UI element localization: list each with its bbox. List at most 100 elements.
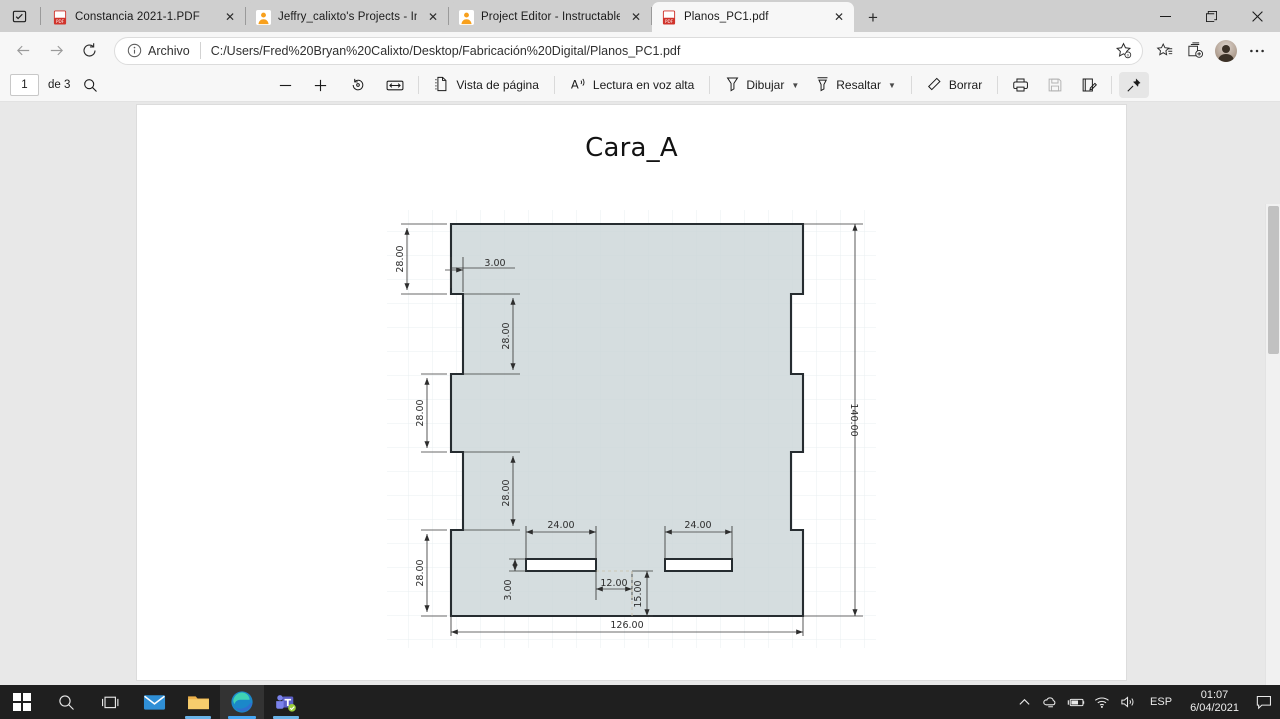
dim-slot-3: 3.00 (503, 579, 514, 600)
microsoft-edge[interactable] (220, 685, 264, 719)
browser-tab-3-close-icon[interactable]: ✕ (830, 8, 848, 26)
dim-inner-28-b: 28.00 (501, 479, 512, 506)
collections-icon[interactable] (1180, 37, 1210, 65)
star-add-icon[interactable]: 0 (1108, 37, 1138, 65)
part-outline (449, 222, 805, 618)
start-button[interactable] (0, 685, 44, 719)
task-view-button[interactable] (88, 685, 132, 719)
add-notes-icon[interactable] (1074, 72, 1104, 98)
chevron-down-icon[interactable]: ▼ (791, 81, 799, 90)
dim-slot-right-24: 24.00 (684, 520, 711, 531)
browser-tab-0[interactable]: PDF Constancia 2021-1.PDF ✕ (43, 2, 245, 32)
highlight-button[interactable]: Resaltar ▼ (807, 72, 904, 98)
rotate-icon[interactable] (343, 72, 373, 98)
info-icon (126, 43, 142, 59)
erase-icon (927, 76, 943, 95)
zoom-out-button[interactable] (271, 72, 300, 98)
drawing-svg: 28.00 3.00 28.00 28.00 28.00 28.00 24.00… (387, 210, 876, 648)
notification-icon[interactable] (1248, 685, 1280, 719)
dim-3-notch: 3.00 (484, 258, 505, 269)
fit-to-width-icon[interactable] (379, 72, 411, 98)
dim-gap-12: 12.00 (600, 578, 627, 589)
browser-tab-3-title: Planos_PC1.pdf (684, 11, 769, 23)
read-aloud-button[interactable]: A Lectura en voz alta (562, 72, 702, 98)
browser-tab-0-close-icon[interactable]: ✕ (221, 8, 239, 26)
close-button[interactable] (1234, 0, 1280, 32)
toolbar-divider (1111, 76, 1113, 94)
clock-time: 01:07 (1200, 689, 1229, 701)
vertical-scrollbar[interactable]: ▲ ▼ (1265, 204, 1280, 685)
chevron-down-icon[interactable]: ▼ (888, 81, 896, 90)
instructables-icon (255, 9, 271, 25)
navigation-bar: Archivo C:/Users/Fred%20Bryan%20Calixto/… (0, 32, 1280, 69)
browser-tab-3[interactable]: PDF Planos_PC1.pdf ✕ (652, 2, 854, 32)
tray-overflow-icon[interactable] (1011, 685, 1037, 719)
new-tab-button[interactable]: + (858, 4, 888, 32)
draw-label: Dibujar (746, 78, 785, 92)
clock[interactable]: 01:07 6/04/2021 (1181, 685, 1248, 719)
page-title: Cara_A (585, 133, 678, 163)
favorites-icon[interactable] (1150, 37, 1180, 65)
page-number-input[interactable]: 1 (10, 74, 39, 96)
search-icon[interactable] (76, 72, 105, 98)
scrollbar-thumb[interactable] (1268, 206, 1279, 354)
browser-tab-1-title: Jeffry_calixto's Projects - Instruct (278, 11, 417, 23)
toolbar-divider (553, 76, 555, 94)
wifi-icon[interactable] (1089, 685, 1115, 719)
toolbar-divider (997, 76, 999, 94)
browser-window: PDF Constancia 2021-1.PDF ✕ Jeffry_calix… (0, 0, 1280, 719)
battery-icon[interactable] (1063, 685, 1089, 719)
pdf-icon: PDF (661, 9, 677, 25)
draw-icon (725, 76, 740, 95)
read-aloud-icon: A (570, 76, 587, 95)
address-scheme-label: Archivo (148, 43, 190, 58)
read-aloud-label: Lectura en voz alta (592, 78, 695, 92)
page-view-icon (434, 76, 450, 95)
browser-tab-2-title: Project Editor - Instructables (481, 11, 620, 23)
svg-text:PDF: PDF (665, 18, 674, 23)
zoom-in-button[interactable] (306, 72, 335, 98)
back-button[interactable] (8, 36, 38, 66)
taskbar: ESP 01:07 6/04/2021 (0, 685, 1280, 719)
window-controls (1142, 0, 1280, 32)
pdf-page: Cara_A 28.00 3.00 28.00 28.00 28.00 28.0… (137, 105, 1126, 680)
dim-height-140: 140.00 (848, 403, 859, 436)
maximize-button[interactable] (1188, 0, 1234, 32)
browser-tab-1-close-icon[interactable]: ✕ (424, 8, 442, 26)
onedrive-icon[interactable] (1037, 685, 1063, 719)
language-indicator[interactable]: ESP (1141, 696, 1181, 708)
reload-button[interactable] (74, 36, 104, 66)
minimize-button[interactable] (1142, 0, 1188, 32)
pin-icon[interactable] (1119, 72, 1150, 98)
page-total-label: de 3 (48, 79, 71, 91)
file-explorer[interactable] (176, 685, 220, 719)
browser-tab-2[interactable]: Project Editor - Instructables ✕ (449, 2, 651, 32)
technical-drawing: 28.00 3.00 28.00 28.00 28.00 28.00 24.00… (385, 208, 880, 650)
system-tray: ESP 01:07 6/04/2021 (1011, 685, 1280, 719)
page-view-button[interactable]: Vista de página (426, 72, 547, 98)
dim-offset-15: 15.00 (633, 580, 644, 607)
toolbar-divider (910, 76, 912, 94)
address-bar[interactable]: Archivo C:/Users/Fred%20Bryan%20Calixto/… (114, 36, 1143, 65)
avatar[interactable] (1215, 39, 1237, 62)
dim-inner-28-a: 28.00 (501, 322, 512, 349)
save-icon[interactable] (1040, 72, 1070, 98)
dim-left-28-c: 28.00 (415, 559, 426, 586)
tab-divider (40, 7, 41, 25)
draw-button[interactable]: Dibujar ▼ (717, 72, 807, 98)
volume-icon[interactable] (1115, 685, 1141, 719)
browser-tab-2-close-icon[interactable]: ✕ (627, 8, 645, 26)
print-icon[interactable] (1005, 72, 1036, 98)
erase-button[interactable]: Borrar (919, 72, 990, 98)
dim-width-126: 126.00 (610, 620, 643, 631)
mail-app[interactable] (132, 685, 176, 719)
address-url-text[interactable]: C:/Users/Fred%20Bryan%20Calixto/Desktop/… (211, 44, 1108, 58)
address-bar-actions: 0 (1108, 37, 1138, 65)
browser-tab-1[interactable]: Jeffry_calixto's Projects - Instruct ✕ (246, 2, 448, 32)
forward-button[interactable] (41, 36, 71, 66)
microsoft-teams[interactable] (264, 685, 308, 719)
svg-text:A: A (571, 77, 579, 91)
tab-actions-menu-icon[interactable] (0, 0, 38, 32)
search-button[interactable] (44, 685, 88, 719)
more-icon[interactable] (1242, 37, 1272, 65)
